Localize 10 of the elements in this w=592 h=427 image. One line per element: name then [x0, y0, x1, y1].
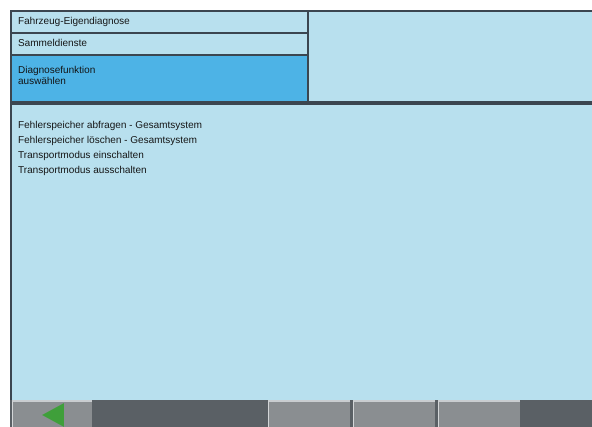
back-arrow-icon	[42, 402, 64, 426]
menu-item[interactable]: Diagnosefunktion auswählen	[12, 56, 307, 101]
function-item[interactable]: Fehlerspeicher löschen - Gesamtsystem	[18, 134, 586, 147]
toolbar-button[interactable]	[438, 400, 520, 427]
function-item[interactable]: Fehlerspeicher abfragen - Gesamtsystem	[18, 119, 586, 132]
back-button[interactable]	[12, 400, 92, 427]
function-item[interactable]: Transportmodus einschalten	[18, 149, 586, 162]
function-item[interactable]: Transportmodus ausschalten	[18, 164, 586, 177]
toolbar-button[interactable]	[353, 400, 435, 427]
toolbar-button[interactable]	[268, 400, 350, 427]
